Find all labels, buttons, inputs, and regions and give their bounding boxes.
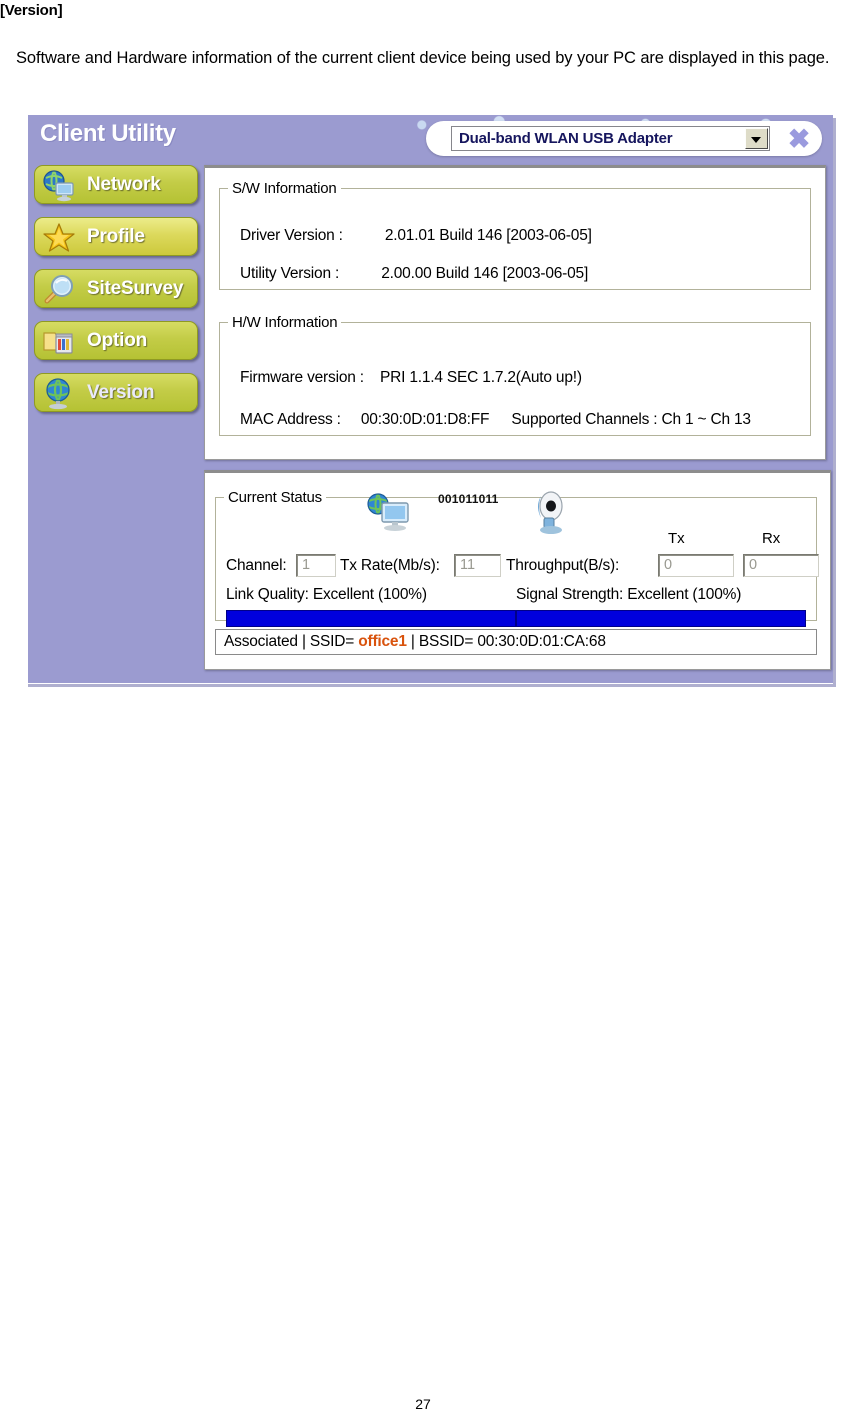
globe-icon bbox=[42, 377, 76, 410]
link-quality-row: Link Quality: Excellent (100%) bbox=[226, 586, 427, 604]
software-information-legend: S/W Information bbox=[232, 180, 337, 197]
utility-version-label: Utility Version : bbox=[240, 265, 340, 282]
link-quality-label: Link Quality: bbox=[226, 586, 309, 603]
adapter-select-value: Dual-band WLAN USB Adapter bbox=[459, 130, 673, 147]
supported-channels-label: Supported Channels : bbox=[511, 411, 658, 428]
title-bar: Client Utility Dual-band WLAN USB Adapte… bbox=[28, 115, 833, 159]
tx-rate-field: 11 bbox=[454, 554, 501, 577]
tx-label: Tx bbox=[668, 530, 685, 547]
firmware-version-row: Firmware version : PRI 1.1.4 SEC 1.7.2(A… bbox=[240, 369, 582, 387]
page-number: 27 bbox=[415, 1396, 431, 1412]
sidebar-item-label: Profile bbox=[87, 226, 145, 247]
mac-address-value: 00:30:0D:01:D8:FF bbox=[360, 411, 490, 428]
tx-rate-value: 11 bbox=[460, 557, 476, 573]
throughput-tx-field: 0 bbox=[658, 554, 734, 577]
star-icon bbox=[42, 221, 76, 254]
bssid-value: 00:30:0D:01:CA:68 bbox=[477, 633, 606, 650]
signal-strength-row: Signal Strength: Excellent (100%) bbox=[516, 586, 741, 604]
software-information-group: S/W Information Driver Version : 2.01.01… bbox=[219, 180, 811, 290]
association-state: Associated bbox=[224, 633, 298, 650]
channel-value: 1 bbox=[302, 557, 311, 573]
throughput-label: Throughput(B/s): bbox=[506, 557, 620, 574]
sidebar-item-option[interactable]: Option bbox=[34, 321, 198, 360]
ssid-label: SSID= bbox=[309, 633, 355, 650]
throughput-tx-value: 0 bbox=[664, 557, 673, 573]
signal-strength-label: Signal Strength: bbox=[516, 586, 624, 603]
status-bar-text: Associated | SSID= office1 | BSSID= 00:3… bbox=[224, 633, 606, 651]
hardware-information-legend: H/W Information bbox=[232, 314, 338, 331]
driver-version-row: Driver Version : 2.01.01 Build 146 [2003… bbox=[240, 227, 592, 245]
binary-decoration: 001011011 bbox=[438, 492, 499, 506]
hardware-information-group: H/W Information Firmware version : PRI 1… bbox=[219, 314, 811, 436]
mac-address-row: MAC Address : 00:30:0D:01:D8:FF Supporte… bbox=[240, 411, 751, 429]
globe-monitor-icon bbox=[366, 492, 412, 534]
sidebar-item-label: Version bbox=[87, 382, 155, 403]
firmware-version-label: Firmware version : bbox=[240, 369, 364, 386]
magnifier-icon bbox=[42, 273, 76, 306]
firmware-version-value: PRI 1.1.4 SEC 1.7.2(Auto up!) bbox=[379, 369, 582, 386]
channel-label: Channel: bbox=[226, 557, 287, 574]
sidebar-item-label: SiteSurvey bbox=[87, 278, 184, 299]
supported-channels-value: Ch 1 ~ Ch 13 bbox=[661, 411, 751, 428]
driver-version-value: 2.01.01 Build 146 [2003-06-05] bbox=[384, 227, 592, 244]
tx-rate-label: Tx Rate(Mb/s): bbox=[340, 557, 440, 574]
current-status-group: Current Status 001011011 Tx Rx Channel: … bbox=[215, 489, 819, 627]
throughput-rx-value: 0 bbox=[749, 557, 758, 573]
sidebar-item-version[interactable]: Version bbox=[34, 373, 198, 412]
link-quality-value: Excellent (100%) bbox=[312, 586, 427, 603]
sidebar-item-sitesurvey[interactable]: SiteSurvey bbox=[34, 269, 198, 308]
sidebar-item-network[interactable]: Network bbox=[34, 165, 198, 204]
sidebar-item-profile[interactable]: Profile bbox=[34, 217, 198, 256]
bssid-label: BSSID= bbox=[418, 633, 474, 650]
throughput-rx-field: 0 bbox=[743, 554, 819, 577]
status-separator-2: | bbox=[410, 633, 415, 650]
page-description: Software and Hardware information of the… bbox=[16, 49, 830, 67]
driver-version-label: Driver Version : bbox=[240, 227, 343, 244]
client-utility-window: Client Utility Dual-band WLAN USB Adapte… bbox=[28, 115, 836, 687]
globe-network-icon bbox=[42, 169, 76, 202]
information-panel: S/W Information Driver Version : 2.01.01… bbox=[204, 165, 826, 460]
adapter-selector-pill: Dual-band WLAN USB Adapter ✖ bbox=[426, 121, 822, 156]
toolbox-icon bbox=[42, 325, 76, 358]
mac-address-label: MAC Address : bbox=[240, 411, 341, 428]
link-quality-bar bbox=[226, 610, 516, 627]
rx-label: Rx bbox=[762, 530, 781, 547]
status-separator: | bbox=[301, 633, 306, 650]
current-status-legend: Current Status bbox=[228, 489, 322, 506]
ssid-value: office1 bbox=[358, 633, 407, 650]
utility-version-row: Utility Version : 2.00.00 Build 146 [200… bbox=[240, 265, 588, 283]
utility-version-value: 2.00.00 Build 146 [2003-06-05] bbox=[381, 265, 589, 282]
sidebar: Network Profile SiteSurvey Option Versio… bbox=[34, 165, 202, 425]
status-panel: Current Status 001011011 Tx Rx Channel: … bbox=[204, 470, 831, 670]
close-icon[interactable]: ✖ bbox=[786, 126, 812, 153]
sidebar-item-label: Option bbox=[87, 330, 148, 351]
chevron-down-icon[interactable] bbox=[745, 128, 768, 149]
signal-strength-bar bbox=[516, 610, 806, 627]
usb-adapter-icon bbox=[532, 490, 568, 536]
signal-strength-value: Excellent (100%) bbox=[627, 586, 742, 603]
status-bar: Associated | SSID= office1 | BSSID= 00:3… bbox=[215, 629, 817, 655]
sidebar-item-label: Network bbox=[87, 174, 161, 195]
app-title: Client Utility bbox=[40, 120, 176, 147]
channel-field: 1 bbox=[296, 554, 336, 577]
page-title: [Version] bbox=[0, 2, 63, 19]
adapter-select[interactable]: Dual-band WLAN USB Adapter bbox=[451, 126, 770, 151]
